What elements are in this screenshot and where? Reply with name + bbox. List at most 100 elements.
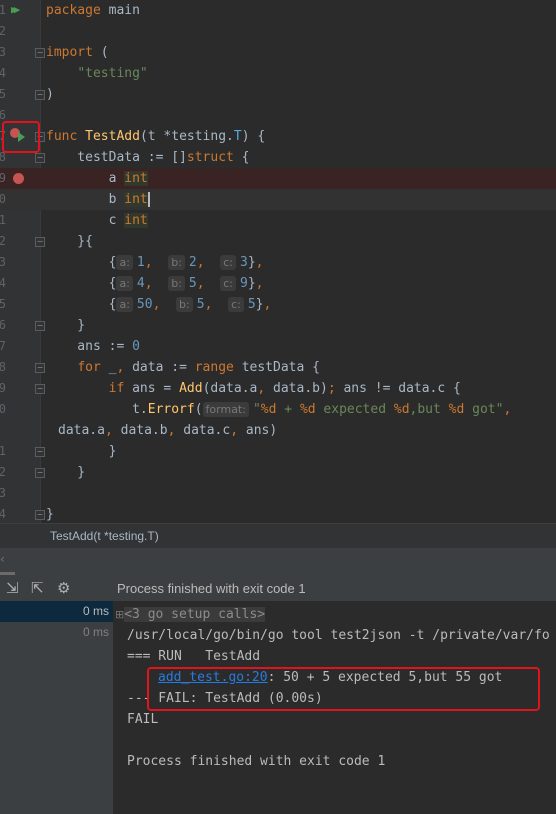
chevron-left-icon[interactable]: ‹	[0, 552, 5, 566]
code-line[interactable]: 5 {a: 50, b: 5, c: 5},	[0, 294, 556, 315]
line-number: 4	[0, 66, 6, 80]
code-token: t.	[46, 402, 148, 417]
code-text: }	[46, 441, 117, 462]
code-token: TestAdd	[85, 129, 140, 144]
code-token: %d	[448, 402, 465, 417]
code-text: data.a, data.b, data.c, ans)	[58, 420, 277, 441]
code-token: )	[46, 87, 54, 102]
test-tree-item[interactable]: 0 ms	[0, 601, 113, 622]
code-line[interactable]: 0 b int	[0, 189, 556, 210]
code-line[interactable]: 1 package main	[0, 0, 556, 21]
code-token: }	[46, 444, 117, 459]
code-line[interactable]: 2	[0, 21, 556, 42]
expand-icon[interactable]: ⊞	[115, 608, 124, 621]
code-line[interactable]: 2 − }{	[0, 231, 556, 252]
code-token: (	[194, 402, 203, 417]
fold-toggle-icon[interactable]: −	[35, 510, 45, 520]
code-text: a int	[46, 168, 148, 189]
console-line: Process finished with exit code 1	[127, 754, 386, 769]
breadcrumb-item[interactable]: TestAdd(t *testing.T)	[50, 524, 159, 549]
code-text: }	[46, 504, 54, 523]
code-token: 2	[188, 255, 197, 270]
setup-calls-row[interactable]: ⊞<3 go setup calls>	[115, 604, 266, 625]
line-number: 1	[0, 444, 6, 458]
code-token: {	[46, 255, 117, 270]
fold-toggle-icon[interactable]: −	[35, 468, 45, 478]
code-line[interactable]: 4 −}	[0, 504, 556, 523]
console-output[interactable]: ⊞<3 go setup calls> /usr/local/go/bin/go…	[113, 601, 556, 814]
fold-toggle-icon[interactable]: −	[35, 321, 45, 331]
test-tree-item[interactable]: 0 ms	[0, 622, 113, 643]
code-text: {a: 50, b: 5, c: 5},	[46, 294, 271, 315]
code-text: ans := 0	[46, 336, 140, 357]
code-token: ,	[152, 297, 177, 312]
console-line: === RUN TestAdd	[127, 649, 261, 664]
code-line[interactable]: 4 "testing"	[0, 63, 556, 84]
code-line[interactable]: 3 − import (	[0, 42, 556, 63]
code-token: %d	[299, 402, 316, 417]
code-token: ,	[263, 297, 272, 312]
code-line[interactable]: 7− func TestAdd(t *testing.T) {	[0, 126, 556, 147]
fold-toggle-icon[interactable]: −	[35, 153, 45, 163]
code-line[interactable]: 4 {a: 4, b: 5, c: 9},	[0, 273, 556, 294]
line-number: 3	[0, 45, 6, 59]
import-tests-icon[interactable]: ⇲	[6, 579, 19, 597]
code-line[interactable]: 6	[0, 105, 556, 126]
collapsed-calls[interactable]: <3 go setup calls>	[124, 607, 266, 622]
code-token: b	[46, 192, 125, 207]
code-token: ans)	[245, 423, 278, 438]
test-tree[interactable]: 0 ms 0 ms	[0, 601, 113, 814]
line-number: 4	[0, 507, 6, 521]
code-token: int	[124, 213, 148, 228]
fold-toggle-icon[interactable]: −	[35, 384, 45, 394]
code-line[interactable]: 2 − }	[0, 462, 556, 483]
run-toolbar: ⇲ ⇱ ⚙ Process finished with exit code 1	[0, 575, 556, 601]
code-token: 3	[240, 255, 248, 270]
fold-toggle-icon[interactable]: −	[35, 237, 45, 247]
gear-icon[interactable]: ⚙	[57, 579, 70, 597]
code-line[interactable]: 9 − if ans = Add(data.a, data.b); ans != …	[0, 378, 556, 399]
code-token: ,	[144, 276, 169, 291]
code-token: 1	[136, 255, 145, 270]
breadcrumb[interactable]: TestAdd(t *testing.T)	[0, 523, 556, 549]
code-token: import	[46, 45, 101, 60]
parameter-hint: a:	[116, 276, 133, 291]
fold-toggle-icon[interactable]: −	[35, 48, 45, 58]
code-line[interactable]: 1 − }	[0, 441, 556, 462]
code-line[interactable]: 8 − for _, data := range testData {	[0, 357, 556, 378]
code-editor[interactable]: 1 package main 2 3− import (4 "testing" 5−) 6 7…	[0, 0, 556, 523]
code-line[interactable]: 3	[0, 483, 556, 504]
code-line[interactable]: 6 − }	[0, 315, 556, 336]
console-line: FAIL	[127, 712, 159, 727]
run-all-icon[interactable]: ▶▶	[11, 3, 20, 16]
line-number: 3	[0, 486, 6, 500]
code-token: 9	[240, 276, 248, 291]
breakpoint-icon[interactable]	[13, 173, 24, 184]
code-token: data.a	[58, 423, 105, 438]
line-number: 4	[0, 276, 6, 290]
fold-toggle-icon[interactable]: −	[35, 90, 45, 100]
code-line[interactable]: 1 c int	[0, 210, 556, 231]
code-line[interactable]: 7 ans := 0	[0, 336, 556, 357]
code-line[interactable]: 9 a int	[0, 168, 556, 189]
fold-toggle-icon[interactable]: −	[35, 447, 45, 457]
code-text: }	[46, 462, 85, 483]
code-text: package main	[46, 0, 140, 21]
code-token: range	[194, 360, 242, 375]
code-token: expected	[315, 402, 394, 417]
code-token: Errorf	[147, 402, 195, 417]
code-line-wrapped[interactable]: data.a, data.b, data.c, ans)	[0, 420, 556, 441]
parameter-hint: a:	[116, 297, 133, 312]
code-line[interactable]: 8− testData := []struct {	[0, 147, 556, 168]
text-caret	[147, 192, 150, 207]
line-number: 5	[0, 297, 6, 311]
code-token: Add	[179, 381, 203, 396]
code-text: b int	[46, 189, 150, 210]
code-line[interactable]: 5 −)	[0, 84, 556, 105]
code-line[interactable]: 3 {a: 1, b: 2, c: 3},	[0, 252, 556, 273]
code-token: ,but	[409, 402, 449, 417]
fold-toggle-icon[interactable]: −	[35, 363, 45, 373]
export-tests-icon[interactable]: ⇱	[31, 579, 44, 597]
code-line[interactable]: 0 t.Errorf(format: "%d + %d expected %d,b…	[0, 399, 556, 420]
code-token: }	[247, 276, 256, 291]
